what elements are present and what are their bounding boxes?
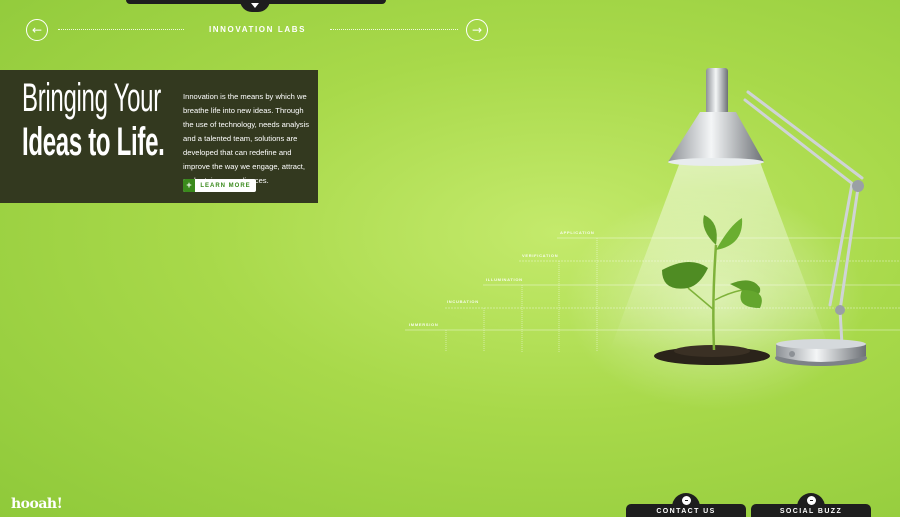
stage-label: INCUBATION <box>447 299 479 304</box>
contact-us-tab[interactable]: CONTACT US <box>626 493 746 517</box>
lamp-plant-illustration <box>405 68 900 410</box>
soil-top <box>674 345 750 357</box>
contact-icon <box>681 496 691 505</box>
contact-us-label: CONTACT US <box>656 508 716 515</box>
stage-label: IMMERSION <box>409 322 439 327</box>
stage-label: ILLUMINATION <box>486 277 523 282</box>
lamp-joint <box>852 180 864 192</box>
hooah-logo[interactable]: hooah! <box>11 496 63 512</box>
lamp-neck <box>706 68 728 114</box>
stage-label: APPLICATION <box>560 230 595 235</box>
lamp-shade <box>668 112 764 162</box>
stage-label: VERIFICATION <box>522 253 559 258</box>
lamp-joint <box>835 305 845 315</box>
social-icon <box>806 496 816 505</box>
lamp-switch-icon <box>789 351 795 357</box>
social-buzz-tab[interactable]: SOCIAL BUZZ <box>751 493 871 517</box>
lamp-base-top <box>776 339 866 349</box>
social-buzz-label: SOCIAL BUZZ <box>779 508 843 515</box>
lamp-shade-rim <box>668 158 764 166</box>
